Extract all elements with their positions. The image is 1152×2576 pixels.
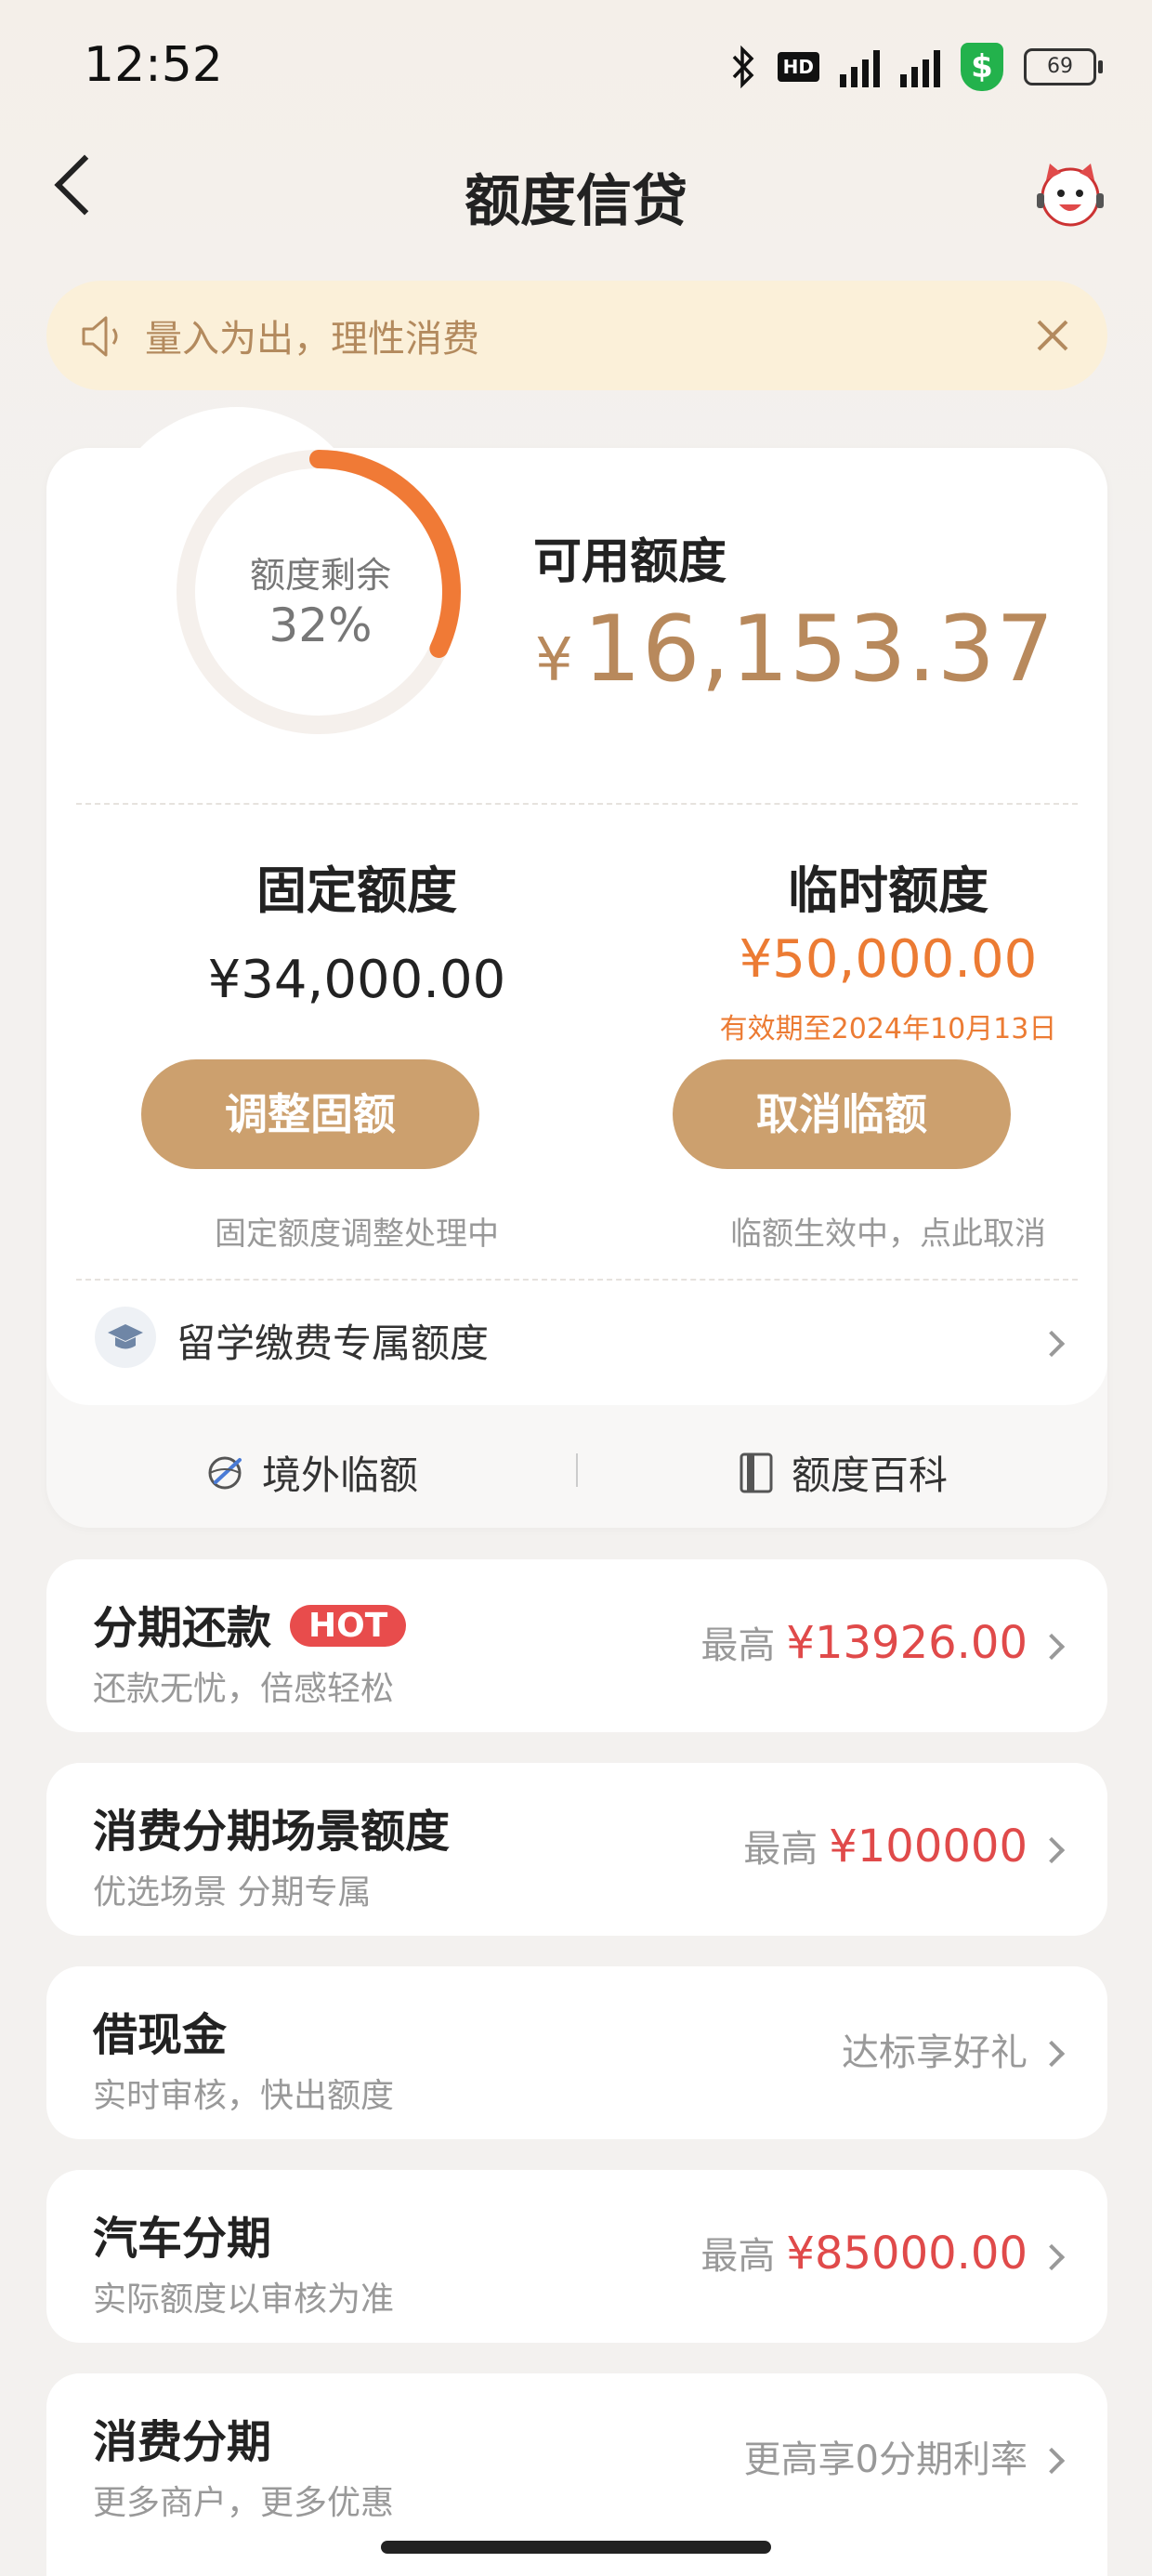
link-separator [576,1453,578,1487]
item-title: 分期还款 HOT [93,1591,407,1656]
assistant-mascot-icon[interactable] [1033,158,1107,229]
credit-wiki-label: 额度百科 [792,1452,949,1498]
currency-symbol: ¥ [535,626,574,695]
item-subtitle: 优选场景 分期专属 [93,1873,372,1912]
status-time: 12:52 [84,37,223,93]
credit-wiki-link[interactable]: 额度百科 [736,1444,948,1501]
bluetooth-icon [732,46,754,88]
signal-5g-icon [840,46,880,87]
item-amount: ¥100000 [829,1820,1028,1873]
overseas-temp-credit-link[interactable]: 境外临额 [203,1444,418,1501]
temporary-credit-note[interactable]: 临额生效中，点此取消 [684,1208,1093,1254]
item-right: 最高 ¥100000 [743,1819,1028,1873]
item-amount: ¥13926.00 [786,1617,1028,1669]
notice-text: 量入为出，理性消费 [145,318,479,361]
item-prefix: 最高 [700,1624,776,1667]
item-title-text: 分期还款 [93,1602,272,1654]
graduation-cap-icon [95,1307,156,1368]
cancel-temporary-button[interactable]: 取消临额 [673,1059,1011,1169]
divider [76,803,1078,805]
item-subtitle: 还款无忧，倍感轻松 [93,1670,395,1708]
study-abroad-credit-label: 留学缴费专属额度 [177,1321,490,1366]
item-title: 借现金 [93,2009,228,2061]
speaker-icon [82,316,118,357]
nav-header: 额度信贷 [0,139,1152,242]
temporary-credit-title: 临时额度 [788,861,988,920]
chevron-right-icon [1038,2243,1066,2271]
globe-plane-icon [208,1456,242,1489]
item-title: 消费分期 [93,2416,272,2468]
item-prefix: 最高 [700,2235,776,2278]
chevron-right-icon [1038,2040,1066,2068]
ring-label: 额度剩余 [249,555,391,596]
list-item-consumer-scene-credit[interactable]: 消费分期场景额度 优选场景 分期专属 最高 ¥100000 [46,1763,1107,1936]
fixed-credit-title: 固定额度 [256,861,457,920]
quick-links: 境外临额 额度百科 [46,1405,1107,1528]
chevron-right-icon [1038,1633,1066,1661]
temporary-credit-expiry: 有效期至2024年10月13日 [719,1013,1057,1045]
hot-badge: HOT [290,1604,407,1647]
chevron-right-icon [1038,2447,1066,2475]
item-right-text: 更高享0分期利率 [743,2438,1028,2481]
available-credit-amount: ¥16,153.37 [535,597,1054,703]
item-subtitle: 实时审核，快出额度 [93,2077,395,2115]
close-icon[interactable] [1029,312,1076,359]
item-prefix: 最高 [743,1828,818,1871]
item-right: 最高 ¥85000.00 [700,2226,1028,2280]
battery-level: 69 [1047,55,1073,78]
security-shield-icon: $ [961,43,1003,91]
list-item-installment-repayment[interactable]: 分期还款 HOT 还款无忧，倍感轻松 最高 ¥13926.00 [46,1559,1107,1732]
temporary-credit-amount: ¥50,000.00 [739,929,1038,990]
page-title: 额度信贷 [465,169,687,234]
item-subtitle: 实际额度以审核为准 [93,2280,395,2319]
chevron-right-icon [1038,1836,1066,1864]
study-abroad-credit-row[interactable]: 留学缴费专属额度 [46,1275,1107,1405]
chevron-right-icon [1038,1330,1066,1358]
item-subtitle: 更多商户，更多优惠 [93,2484,395,2522]
item-right: 更高享0分期利率 [744,2429,1028,2483]
credit-summary-inner: 额度剩余 32% 可用额度 ¥16,153.37 固定额度 ¥34,000.00… [46,448,1107,1405]
item-right: 达标享好礼 [842,2022,1028,2076]
adjust-fixed-button[interactable]: 调整固额 [141,1059,479,1169]
fixed-credit-note: 固定额度调整处理中 [215,1216,499,1253]
signal-5g-icon-2 [900,46,940,87]
item-right: 最高 ¥13926.00 [700,1615,1028,1669]
item-title: 汽车分期 [93,2213,272,2265]
battery-icon: 69 [1024,48,1103,85]
home-indicator[interactable] [381,2541,771,2554]
ring-percent: 32% [268,598,373,652]
hd-voice-icon: HD [777,52,819,82]
item-amount: ¥85000.00 [786,2228,1028,2280]
available-credit-value: 16,153.37 [583,597,1055,703]
item-right-text: 达标享好礼 [842,2031,1028,2074]
notice-banner: 量入为出，理性消费 [46,281,1107,390]
available-credit-label: 可用额度 [533,534,727,590]
item-title: 消费分期场景额度 [93,1806,451,1858]
fixed-credit-amount: ¥34,000.00 [207,950,506,1010]
overseas-temp-credit-label: 境外临额 [262,1452,419,1498]
credit-summary-card: 额度剩余 32% 可用额度 ¥16,153.37 固定额度 ¥34,000.00… [46,407,1107,1528]
status-bar: 12:52 HD $ 69 [0,0,1152,139]
list-item-cash-loan[interactable]: 借现金 实时审核，快出额度 达标享好礼 [46,1966,1107,2139]
status-icons: HD $ 69 [729,39,1103,95]
list-item-car-installment[interactable]: 汽车分期 实际额度以审核为准 最高 ¥85000.00 [46,2170,1107,2343]
book-icon [740,1452,773,1492]
